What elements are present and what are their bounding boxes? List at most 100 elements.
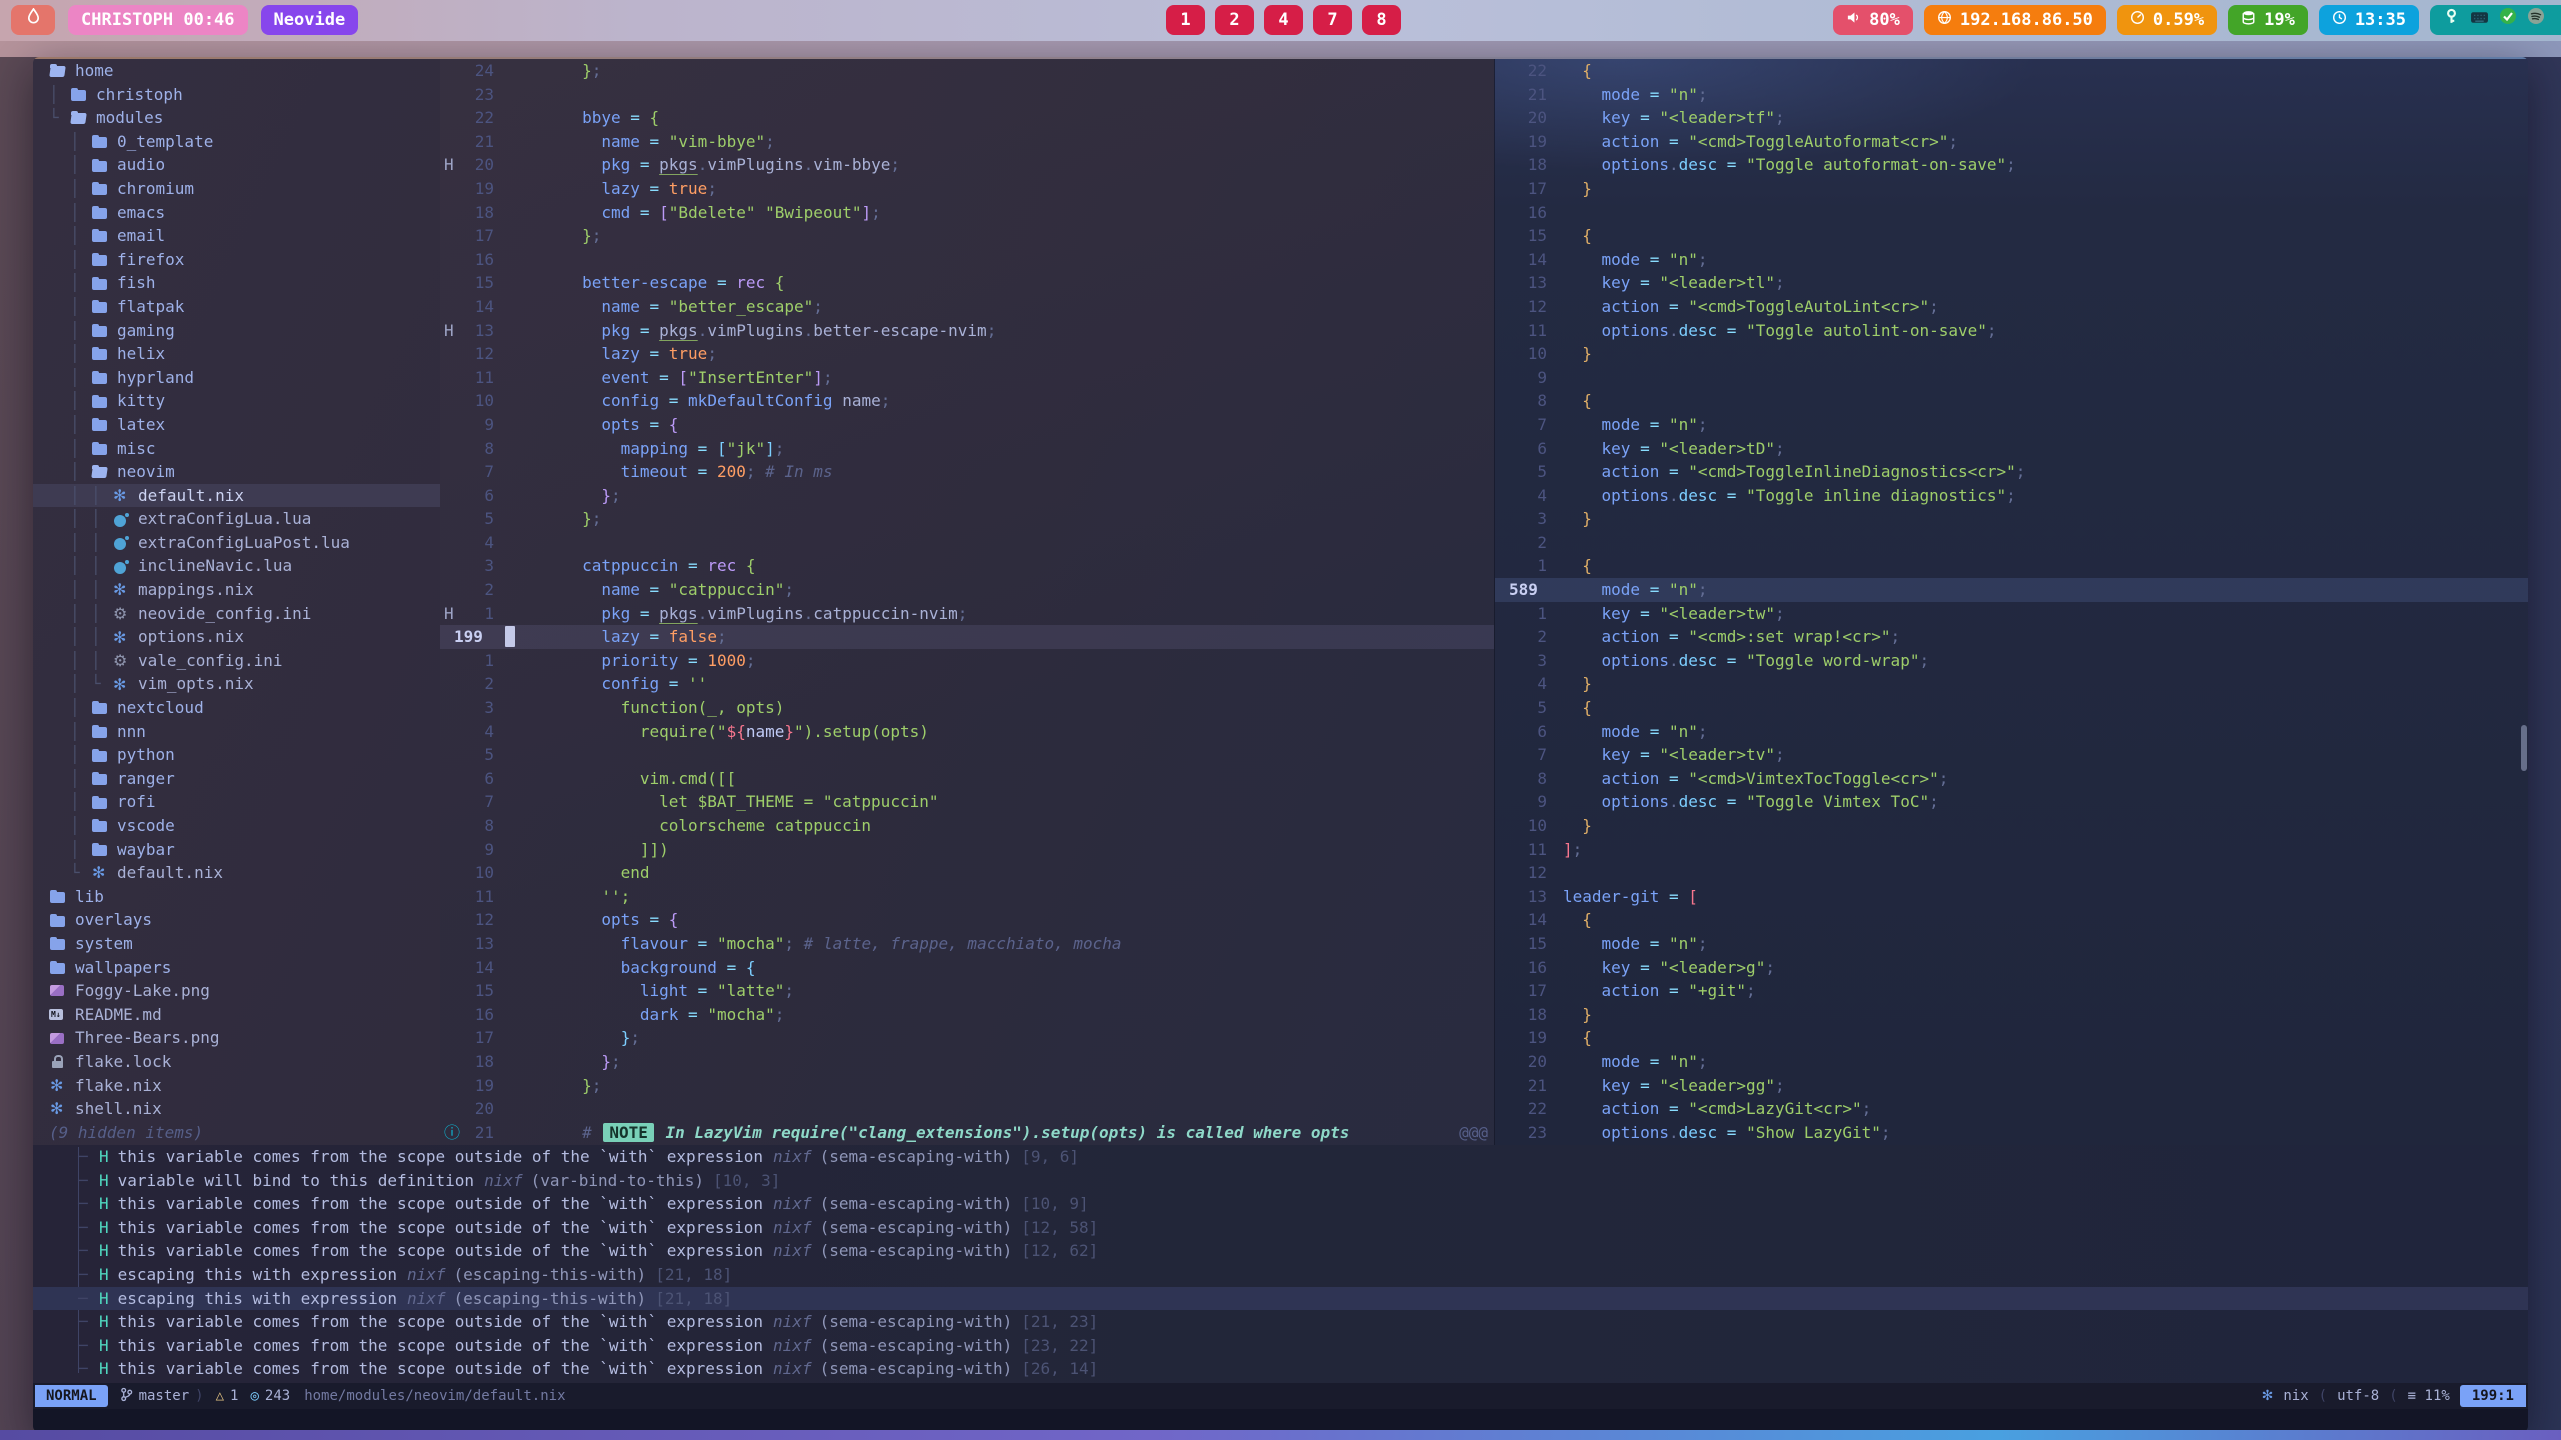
code-line[interactable]: 12 opts = { (440, 908, 1494, 932)
code-line[interactable]: H1 pkg = pkgs.vimPlugins.catppuccin-nvim… (440, 602, 1494, 626)
code-line[interactable]: 13 flavour = "mocha"; # latte, frappe, m… (440, 932, 1494, 956)
diagnostic-row[interactable]: ─Hescaping this with expressionnixf(esca… (33, 1287, 2528, 1311)
code-line[interactable]: 7 key = "<leader>tv"; (1495, 743, 2528, 767)
diagnostic-row[interactable]: ─Hthis variable comes from the scope out… (33, 1357, 2528, 1381)
spotify-icon[interactable] (2527, 5, 2545, 35)
code-line[interactable]: 15 { (1495, 224, 2528, 248)
user-clock-widget[interactable]: CHRISTOPH 00:46 (68, 5, 248, 35)
code-line[interactable]: 11 event = ["InsertEnter"]; (440, 366, 1494, 390)
tree-item-system[interactable]: system (33, 932, 440, 956)
diagnostic-row[interactable]: ─Hthis variable comes from the scope out… (33, 1145, 2528, 1169)
tree-item-flake.nix[interactable]: flake.nix (33, 1074, 440, 1098)
tree-item-hyprland[interactable]: │hyprland (33, 366, 440, 390)
code-line[interactable]: 19 action = "<cmd>ToggleAutoformat<cr>"; (1495, 130, 2528, 154)
tree-item-default.nix[interactable]: └default.nix (33, 861, 440, 885)
tree-item-ranger[interactable]: │ranger (33, 767, 440, 791)
diagnostic-row[interactable]: ─Hvariable will bind to this definitionn… (33, 1169, 2528, 1193)
code-line[interactable]: 13leader-git = [ (1495, 885, 2528, 909)
code-line[interactable]: 17 } (1495, 177, 2528, 201)
code-line[interactable]: 17 }; (440, 224, 1494, 248)
code-line[interactable]: 20 (440, 1097, 1494, 1121)
code-line[interactable]: 5 (440, 743, 1494, 767)
diagnostic-row[interactable]: ─Hthis variable comes from the scope out… (33, 1310, 2528, 1334)
tree-item-vim_opts.nix[interactable]: │└vim_opts.nix (33, 672, 440, 696)
tree-item-wallpapers[interactable]: wallpapers (33, 956, 440, 980)
code-line[interactable]: 16 (1495, 201, 2528, 225)
code-line[interactable]: 5 { (1495, 696, 2528, 720)
tree-item-python[interactable]: │python (33, 743, 440, 767)
code-line[interactable]: 16 dark = "mocha"; (440, 1003, 1494, 1027)
tree-item-Foggy-Lake.png[interactable]: Foggy-Lake.png (33, 979, 440, 1003)
code-line[interactable]: 6 mode = "n"; (1495, 720, 2528, 744)
code-line[interactable]: 3 options.desc = "Toggle word-wrap"; (1495, 649, 2528, 673)
code-line[interactable]: 2 config = '' (440, 672, 1494, 696)
cpu-widget[interactable]: 0.59% (2117, 5, 2217, 35)
tree-item-emacs[interactable]: │emacs (33, 201, 440, 225)
tree-item-nextcloud[interactable]: │nextcloud (33, 696, 440, 720)
tree-item-nnn[interactable]: │nnn (33, 720, 440, 744)
tree-item-audio[interactable]: │audio (33, 153, 440, 177)
tree-item-README.md[interactable]: README.md (33, 1003, 440, 1027)
code-line[interactable]: 22 { (1495, 59, 2528, 83)
code-line[interactable]: 3 function(_, opts) (440, 696, 1494, 720)
tree-item-christoph[interactable]: │christoph (33, 83, 440, 107)
code-line[interactable]: 17 action = "+git"; (1495, 979, 2528, 1003)
code-line[interactable]: 9 (1495, 366, 2528, 390)
code-line[interactable]: 13 key = "<leader>tl"; (1495, 271, 2528, 295)
code-line[interactable]: 10 } (1495, 342, 2528, 366)
code-line[interactable]: 24 }; (440, 59, 1494, 83)
code-line[interactable]: 15 light = "latte"; (440, 979, 1494, 1003)
workspace-button-7[interactable]: 7 (1313, 5, 1352, 35)
tree-item-flake.lock[interactable]: flake.lock (33, 1050, 440, 1074)
diagnostic-row[interactable]: ─Hthis variable comes from the scope out… (33, 1334, 2528, 1358)
code-line[interactable]: H20 pkg = pkgs.vimPlugins.vim-bbye; (440, 153, 1494, 177)
code-line[interactable]: 21 mode = "n"; (1495, 83, 2528, 107)
command-line[interactable] (33, 1409, 2528, 1432)
code-line[interactable]: 16 key = "<leader>g"; (1495, 956, 2528, 980)
code-line[interactable]: 18 cmd = ["Bdelete" "Bwipeout"]; (440, 201, 1494, 225)
diagnostic-row[interactable]: ─Hthis variable comes from the scope out… (33, 1216, 2528, 1240)
volume-widget[interactable]: 80% (1833, 5, 1913, 35)
code-line[interactable]: 8 mapping = ["jk"]; (440, 437, 1494, 461)
tree-item-helix[interactable]: │helix (33, 342, 440, 366)
code-line[interactable]: 19 }; (440, 1074, 1494, 1098)
code-line[interactable]: 18 options.desc = "Toggle autoformat-on-… (1495, 153, 2528, 177)
code-line[interactable]: 15 better-escape = rec { (440, 271, 1494, 295)
tree-item-gaming[interactable]: │gaming (33, 319, 440, 343)
code-line[interactable]: 9 ]]) (440, 838, 1494, 862)
tree-item-latex[interactable]: │latex (33, 413, 440, 437)
workspace-button-8[interactable]: 8 (1362, 5, 1401, 35)
code-line[interactable]: 3 } (1495, 507, 2528, 531)
tree-item-neovim[interactable]: │neovim (33, 460, 440, 484)
tree-item--9-hidden-items-[interactable]: (9 hidden items) (33, 1121, 440, 1145)
code-line[interactable]: 12 (1495, 861, 2528, 885)
code-line[interactable]: 21 key = "<leader>gg"; (1495, 1074, 2528, 1098)
code-line[interactable]: 17 }; (440, 1026, 1494, 1050)
workspace-button-1[interactable]: 1 (1166, 5, 1205, 35)
code-line[interactable]: 7 timeout = 200; # In ms (440, 460, 1494, 484)
code-line[interactable]: 6 vim.cmd([[ (440, 767, 1494, 791)
code-line[interactable]: 18 }; (440, 1050, 1494, 1074)
code-line[interactable]: 19 lazy = true; (440, 177, 1494, 201)
code-line[interactable]: 7 let $BAT_THEME = "catppuccin" (440, 790, 1494, 814)
tree-item-0_template[interactable]: │0_template (33, 130, 440, 154)
code-line[interactable]: 22 bbye = { (440, 106, 1494, 130)
code-line[interactable]: 199 lazy = false; (440, 625, 1494, 649)
code-line[interactable]: 10 config = mkDefaultConfig name; (440, 389, 1494, 413)
clock-widget[interactable]: 13:35 (2319, 5, 2419, 35)
diagnostics-warning[interactable]: △ 1 (216, 1388, 239, 1404)
code-line[interactable]: 2 (1495, 531, 2528, 555)
tree-item-misc[interactable]: │misc (33, 437, 440, 461)
network-widget[interactable]: 192.168.86.50 (1924, 5, 2106, 35)
code-line[interactable]: 18 } (1495, 1003, 2528, 1027)
code-line[interactable]: 19 { (1495, 1026, 2528, 1050)
tree-item-mappings.nix[interactable]: ││mappings.nix (33, 578, 440, 602)
tree-item-chromium[interactable]: │chromium (33, 177, 440, 201)
code-line[interactable]: 589 mode = "n"; (1495, 578, 2528, 602)
code-line[interactable]: 5 }; (440, 507, 1494, 531)
code-line[interactable]: 16 (440, 248, 1494, 272)
code-line[interactable]: 20 key = "<leader>tf"; (1495, 106, 2528, 130)
code-line[interactable]: 14 { (1495, 908, 2528, 932)
tree-item-inclineNavic.lua[interactable]: ││inclineNavic.lua (33, 554, 440, 578)
code-line[interactable]: 10 end (440, 861, 1494, 885)
